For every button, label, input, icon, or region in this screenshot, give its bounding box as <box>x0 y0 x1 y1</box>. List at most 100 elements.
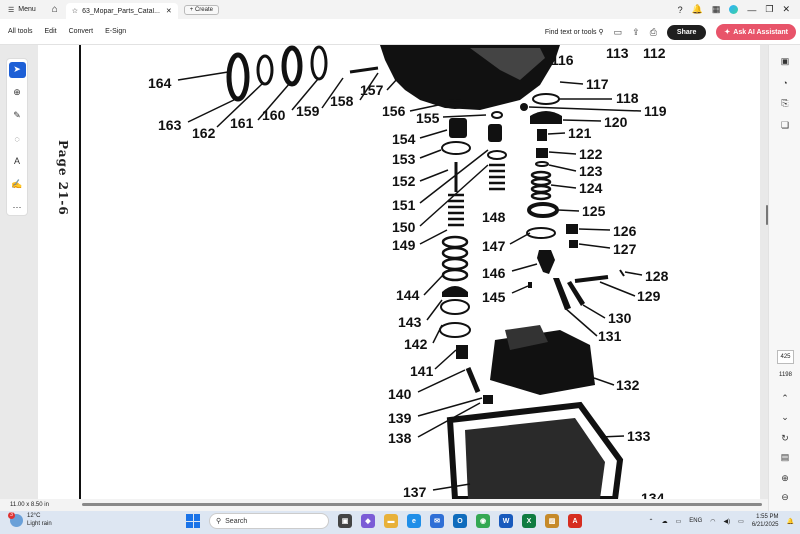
tablet-icon[interactable]: ▭ <box>676 518 682 525</box>
close-tab-icon[interactable]: ✕ <box>166 7 172 15</box>
tray-overflow-icon[interactable]: ⌃ <box>649 518 654 525</box>
current-page-field[interactable]: 425 <box>777 350 794 364</box>
page-up-icon[interactable]: ⌃ <box>779 392 791 404</box>
part-123 <box>535 161 549 167</box>
upload-icon[interactable]: ⇪ <box>632 27 640 38</box>
start-button-icon[interactable] <box>186 514 200 528</box>
page-fit-icon[interactable]: ▤ <box>779 451 791 463</box>
label-130: 130 <box>608 310 632 326</box>
main-toolbar: All tools Edit Convert E-Sign Find text … <box>0 19 800 45</box>
stamp-icon[interactable]: ✍ <box>9 176 26 192</box>
menu-button[interactable]: ☰ Menu <box>0 0 44 19</box>
label-131: 131 <box>598 328 622 344</box>
more-tools-icon[interactable]: ⋯ <box>9 199 26 215</box>
edge-icon[interactable]: e <box>407 514 421 528</box>
label-141: 141 <box>410 363 434 379</box>
label-145: 145 <box>482 289 506 305</box>
lasso-icon[interactable]: ◌ <box>9 131 26 147</box>
document-tab[interactable]: ☆ 63_Mopar_Parts_Catal... ✕ <box>65 3 178 19</box>
minimize-icon[interactable]: — <box>747 5 756 15</box>
ai-panel-icon[interactable]: ▣ <box>779 55 791 67</box>
tab-title: 63_Mopar_Parts_Catal... <box>82 7 160 15</box>
maximize-icon[interactable]: ❐ <box>765 4 773 15</box>
select-cursor-icon[interactable]: ➤ <box>8 62 26 78</box>
comments-icon[interactable]: ◔ <box>779 77 791 89</box>
label-152: 152 <box>392 173 416 189</box>
label-132: 132 <box>616 377 640 393</box>
label-113: 113 <box>606 45 629 61</box>
avatar[interactable] <box>729 5 739 14</box>
clock[interactable]: 1:55 PM 6/21/2025 <box>752 513 779 529</box>
rotate-icon[interactable]: ↻ <box>779 432 791 444</box>
bell-icon[interactable]: 🔔 <box>692 4 703 15</box>
label-137: 137 <box>403 484 427 499</box>
share-button[interactable]: Share <box>666 24 707 40</box>
find-tools-button[interactable]: Find text or tools ⚲ <box>545 28 604 36</box>
page-down-icon[interactable]: ⌄ <box>779 411 791 423</box>
acrobat-icon[interactable]: A <box>568 514 582 528</box>
home-icon[interactable]: ⌂ <box>44 0 66 19</box>
close-window-icon[interactable]: ✕ <box>782 4 790 15</box>
part-ring-164 <box>226 52 250 102</box>
chrome-icon[interactable]: ◉ <box>476 514 490 528</box>
wifi-icon[interactable]: ◠ <box>710 518 715 525</box>
help-icon[interactable]: ? <box>678 5 683 15</box>
file-explorer-icon[interactable]: ▬ <box>384 514 398 528</box>
part-ring-160 <box>281 45 303 87</box>
part-153 <box>441 141 471 155</box>
page-size-label: 11.00 x 8.50 in <box>10 502 49 508</box>
menu-e-sign[interactable]: E-Sign <box>105 28 126 35</box>
menu-edit[interactable]: Edit <box>45 28 57 35</box>
excel-icon[interactable]: X <box>522 514 536 528</box>
create-button[interactable]: + Create <box>183 4 219 15</box>
label-154: 154 <box>392 131 416 147</box>
zoom-in-icon[interactable]: ⊕ <box>779 472 791 484</box>
part-pin-157 <box>349 66 379 74</box>
battery-icon[interactable]: ▭ <box>738 518 744 525</box>
part-122 <box>536 148 548 158</box>
menu-all-tools[interactable]: All tools <box>8 28 33 35</box>
photos-icon[interactable]: ▨ <box>545 514 559 528</box>
apps-grid-icon[interactable]: ▦ <box>712 4 721 15</box>
star-icon[interactable]: ☆ <box>72 7 78 15</box>
part-155 <box>491 111 503 119</box>
label-112: 112 <box>643 45 666 61</box>
save-icon[interactable]: ▭ <box>614 27 623 38</box>
label-122: 122 <box>579 146 603 162</box>
label-119: 119 <box>644 103 667 119</box>
mail-icon[interactable]: ✉ <box>430 514 444 528</box>
weather-icon: 3 <box>8 511 23 527</box>
notification-bell-icon[interactable]: 🔔 <box>787 518 794 525</box>
part-124-spring <box>530 170 552 201</box>
pages-icon[interactable]: ❏ <box>779 119 791 131</box>
task-view-icon[interactable]: ▣ <box>338 514 352 528</box>
label-129: 129 <box>637 288 661 304</box>
label-118: 118 <box>616 90 639 106</box>
ai-assistant-button[interactable]: ✦ Ask AI Assistant <box>716 24 796 40</box>
label-124: 124 <box>579 180 603 196</box>
bookmarks-icon[interactable]: ⎘ <box>779 97 791 109</box>
language-indicator[interactable]: ENG <box>689 518 702 524</box>
label-120: 120 <box>604 114 628 130</box>
comment-zoom-icon[interactable]: ⊕ <box>9 85 26 101</box>
zoom-out-icon[interactable]: ⊖ <box>779 491 791 503</box>
part-147 <box>526 227 556 239</box>
print-icon[interactable]: ⎙ <box>650 27 657 38</box>
taskbar-search[interactable]: ⚲ Search <box>209 513 329 529</box>
title-bar: ☰ Menu ⌂ ☆ 63_Mopar_Parts_Catal... ✕ + C… <box>0 0 800 19</box>
outlook-icon[interactable]: O <box>453 514 467 528</box>
menu-label: Menu <box>18 6 36 13</box>
horizontal-scrollbar[interactable] <box>82 503 762 506</box>
copilot-icon[interactable]: ◆ <box>361 514 375 528</box>
cloud-icon[interactable]: ☁ <box>662 518 668 525</box>
text-box-icon[interactable]: A <box>9 153 26 169</box>
hamburger-icon: ☰ <box>8 6 15 14</box>
weather-widget[interactable]: 3 12°C Light rain <box>8 511 52 528</box>
menu-convert[interactable]: Convert <box>69 28 94 35</box>
clock-time: 1:55 PM <box>756 514 779 520</box>
word-icon[interactable]: W <box>499 514 513 528</box>
label-126: 126 <box>613 223 637 239</box>
label-159: 159 <box>296 103 320 119</box>
pen-icon[interactable]: ✎ <box>9 108 26 124</box>
volume-icon[interactable]: ◀) <box>724 518 731 525</box>
